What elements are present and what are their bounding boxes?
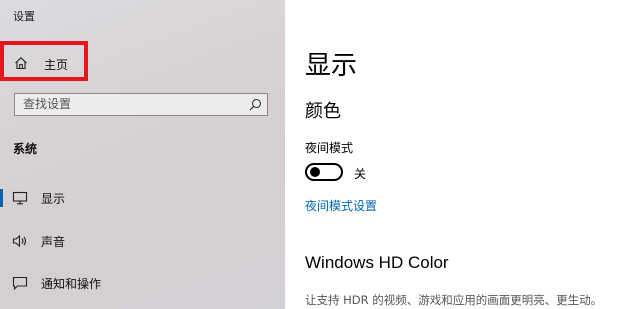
sidebar-item-label: 显示 — [41, 192, 66, 206]
home-icon — [15, 57, 27, 70]
page-title: 显示 — [305, 51, 358, 81]
section-title-system: 系统 — [13, 142, 38, 156]
search-box[interactable] — [14, 93, 268, 116]
main-content: 显示 颜色 夜间模式 关 夜间模式设置 Windows HD Color 让支持… — [285, 0, 620, 309]
sidebar-item-notifications[interactable]: 通知和操作 — [0, 266, 285, 300]
hd-color-title: Windows HD Color — [305, 253, 449, 272]
toggle-knob — [310, 167, 320, 177]
sidebar-item-display[interactable]: 显示 — [0, 181, 285, 215]
night-mode-toggle[interactable] — [305, 163, 343, 181]
color-section-title: 颜色 — [305, 101, 341, 122]
sidebar-item-sound[interactable]: 声音 — [0, 224, 285, 258]
night-mode-state: 关 — [354, 167, 367, 181]
home-label: 主页 — [44, 58, 69, 72]
app-title: 设置 — [13, 10, 35, 23]
notification-icon — [12, 276, 28, 291]
hd-color-description: 让支持 HDR 的视频、游戏和应用的画面更明亮、更生动。 — [305, 293, 603, 307]
selected-indicator — [0, 189, 3, 207]
search-input[interactable] — [23, 97, 243, 111]
search-icon[interactable] — [249, 98, 262, 111]
night-mode-label: 夜间模式 — [305, 141, 354, 155]
sidebar-item-label: 声音 — [41, 235, 66, 249]
monitor-icon — [12, 191, 28, 205]
sidebar: 设置 主页 系统 显示 声音 — [0, 0, 285, 309]
home-nav-item[interactable]: 主页 — [0, 41, 88, 81]
night-mode-settings-link[interactable]: 夜间模式设置 — [305, 197, 377, 214]
sidebar-item-label: 通知和操作 — [41, 277, 102, 291]
speaker-icon — [12, 234, 27, 248]
